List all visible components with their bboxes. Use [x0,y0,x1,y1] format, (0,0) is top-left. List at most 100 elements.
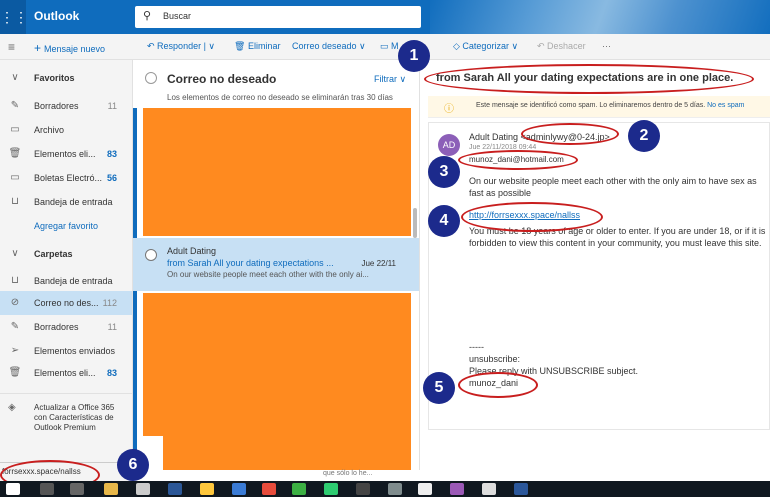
annotation-badge-4: 4 [428,205,460,237]
undo-label: Deshacer [547,41,586,51]
search-input[interactable]: ⚲ Buscar [135,6,421,28]
app-icon[interactable] [450,483,464,495]
pencil-icon: ✎ [10,321,20,332]
folder-item-borradores-fav[interactable]: ✎ Borradores 11 [0,94,132,118]
message-row-selected[interactable]: Adult Dating from Sarah All your dating … [133,238,419,291]
annotation-badge-1: 1 [398,40,430,72]
app-icon[interactable] [292,483,306,495]
chrome-icon[interactable] [262,483,276,495]
reply-button[interactable]: ↶ Responder | ∨ [147,41,215,52]
message-subject: from Sarah All your dating expectations … [167,258,334,268]
more-actions-button[interactable]: ··· [602,41,611,51]
annotation-badge-2: 2 [628,120,660,152]
file-explorer-icon[interactable] [104,483,118,495]
reply-label: Responder [157,41,202,51]
list-scrollbar[interactable] [413,208,417,238]
task-view-icon[interactable] [70,483,84,495]
reply-dropdown-icon[interactable]: | ∨ [201,41,215,51]
search-taskbar-icon[interactable] [40,483,54,495]
folder-label: Bandeja de entrada [34,197,113,207]
annotation-oval-link [461,202,603,232]
annotation-oval-signature [458,372,538,398]
message-date: Jue 22/11 [361,259,396,268]
annotation-badge-3: 3 [428,156,460,188]
folder-item-archivo[interactable]: ▭ Archivo [0,118,132,142]
folder-item-junk[interactable]: ⊘ Correo no des... 112 [0,291,132,315]
folder-label: Borradores [34,322,79,332]
annotation-badge-5: 5 [423,372,455,404]
new-mail-button[interactable]: + Mensaje nuevo [34,41,105,55]
folder-count: 11 [107,101,117,111]
undo-icon: ↶ [537,41,548,51]
windows-start-icon[interactable] [6,483,20,495]
chevron-down-icon: ∨ [356,41,366,51]
not-spam-link[interactable]: No es spam [707,102,744,109]
junk-button[interactable]: Correo deseado ∨ [292,41,366,52]
folder-item-inbox-fav[interactable]: ⊔ Bandeja de entrada [0,190,132,214]
folder-item-inbox[interactable]: ⊔ Bandeja de entrada [0,269,132,293]
reading-pane: from Sarah All your dating expectations … [420,60,770,481]
select-all-checkbox[interactable] [145,72,157,84]
undo-button[interactable]: ↶ Deshacer [537,41,586,52]
move-label: M [391,41,399,51]
upgrade-promo[interactable]: ◈ Actualizar a Office 365 con Caracterís… [0,393,132,453]
delete-button[interactable]: 🗑 Eliminar [234,41,280,52]
app-name[interactable]: Outlook [34,9,79,23]
search-placeholder: Buscar [163,11,192,21]
sender-name: Adult Dating [469,132,519,142]
categorize-button[interactable]: ◇ Categorizar ∨ [453,41,518,52]
app-icon[interactable] [388,483,402,495]
move-icon: ▭ [380,41,392,51]
trash-icon: 🗑 [8,148,22,159]
folders-header[interactable]: ∨ Carpetas [0,242,132,266]
annotation-oval-subject [424,64,754,94]
categorize-label: Categorizar [462,41,509,51]
folder-item-sent[interactable]: ➢ Elementos enviados [0,339,132,363]
folder-label: Elementos eli... [34,368,96,378]
folders-label: Carpetas [34,249,73,259]
junk-retention-note: Los elementos de correo no deseado se el… [167,93,393,102]
archive-icon: ▭ [10,124,20,135]
folder-item-eliminados-fav[interactable]: 🗑 Elementos eli... 83 [0,142,132,166]
folder-item-deleted[interactable]: 🗑 Elementos eli... 83 [0,361,132,385]
body-paragraph-1: On our website people meet each other wi… [469,176,757,198]
trash-icon: 🗑 [8,367,22,378]
favorites-label: Favoritos [34,73,75,83]
header-decoration [430,0,770,34]
app-icon[interactable] [418,483,432,495]
word-icon[interactable] [514,483,528,495]
message-checkbox[interactable] [145,249,157,261]
redacted-message[interactable] [143,293,411,481]
move-button[interactable]: ▭ M [380,41,399,52]
folder-label: Correo no des... [34,298,99,308]
settings-icon[interactable] [136,483,150,495]
folder-item-boletas[interactable]: ▭ Boletas Electró... 56 [0,166,132,190]
app-icon[interactable] [324,483,338,495]
filter-button[interactable]: Filtrar ∨ [374,74,406,85]
add-favorite-link[interactable]: Agregar favorito [0,214,132,238]
app-icon[interactable] [168,483,182,495]
trash-icon: 🗑 [234,41,248,51]
terminal-icon[interactable] [356,483,370,495]
inbox-icon: ⊔ [11,196,19,207]
add-favorite-label: Agregar favorito [34,221,99,231]
app-icon[interactable] [200,483,214,495]
folder-count: 11 [107,322,117,332]
windows-taskbar [0,481,770,497]
footer-text: que sólo lo he... [323,470,373,477]
favorites-header[interactable]: ∨ Favoritos [0,66,132,90]
avatar[interactable]: AD [438,134,460,156]
delete-label: Eliminar [247,41,281,51]
annotation-badge-6: 6 [117,449,149,481]
app-launcher-icon[interactable]: ⋮⋮ [0,0,28,34]
hamburger-menu-icon[interactable]: ≡ [8,40,15,54]
folder-count: 83 [106,368,117,378]
top-header: ⋮⋮ Outlook ⚲ Buscar [0,0,770,34]
filter-label: Filtrar [374,74,397,84]
calculator-icon[interactable] [482,483,496,495]
folder-item-borradores[interactable]: ✎ Borradores 11 [0,315,132,339]
vscode-icon[interactable] [232,483,246,495]
annotation-oval-recipient [458,150,578,170]
redacted-message[interactable] [143,108,411,236]
folder-label: Elementos eli... [34,149,96,159]
